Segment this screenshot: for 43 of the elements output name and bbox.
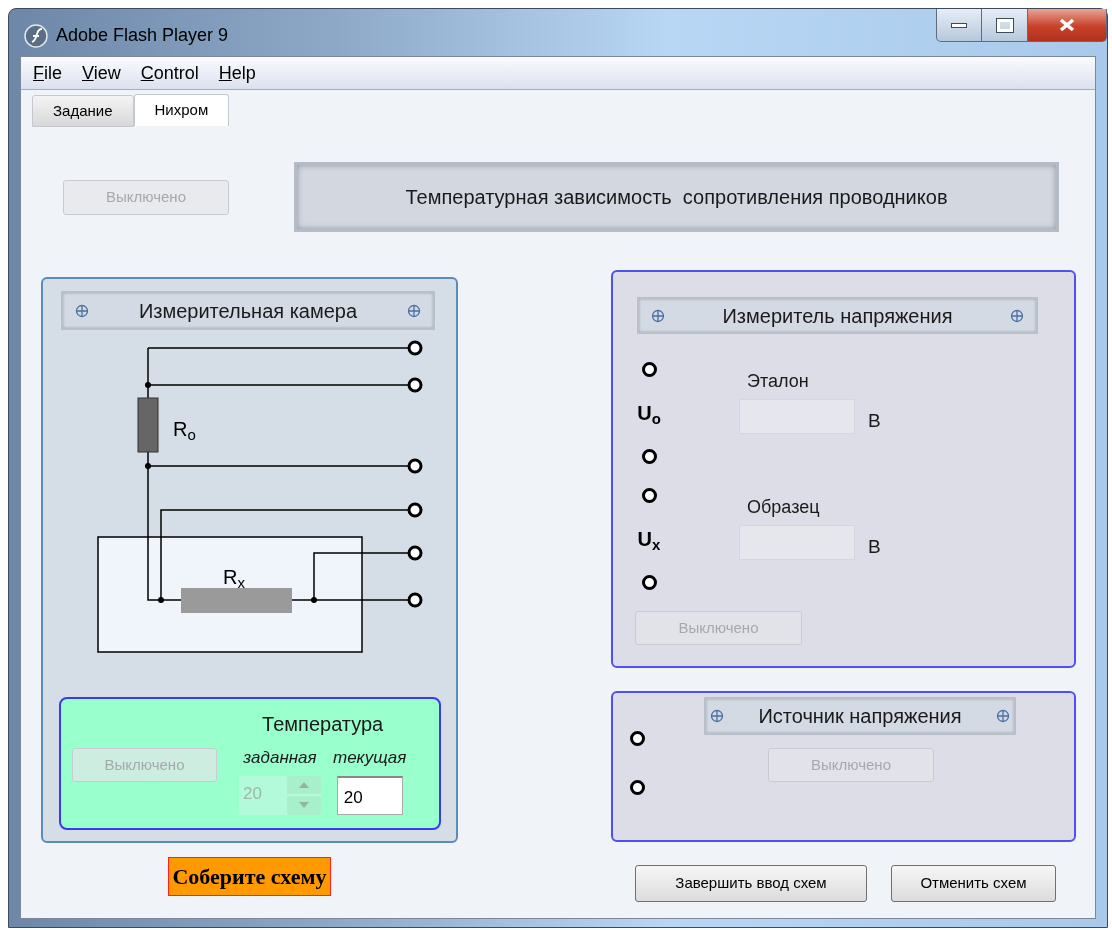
- terminal-icon[interactable]: [641, 488, 657, 503]
- close-button[interactable]: [1027, 9, 1107, 42]
- temperature-title: Температура: [262, 712, 384, 737]
- current-label: текущая: [333, 747, 407, 769]
- unit-label: В: [868, 409, 881, 433]
- crosshair-icon: [996, 709, 1010, 723]
- banner-title: Температурная зависимость сопротивления проводников: [405, 185, 948, 210]
- window-title: Adobe Flash Player 9: [56, 24, 229, 47]
- current-temperature-field[interactable]: 20: [336, 775, 403, 815]
- panel-title: Источник напряжения: [758, 704, 962, 729]
- terminal-icon[interactable]: [641, 362, 657, 377]
- crosshair-icon: [75, 303, 89, 318]
- crosshair-icon: [651, 308, 665, 323]
- voltage-symbol: U$_{x}$: [637, 527, 661, 554]
- panel-title: Измерительная камера: [138, 298, 358, 324]
- action-button[interactable]: Завершить ввод схем: [635, 865, 867, 902]
- voltage-symbol: U$_{o}$: [637, 401, 661, 428]
- menu-item[interactable]: Control: [140, 59, 199, 87]
- tab[interactable]: Нихром: [133, 94, 230, 126]
- terminal-icon[interactable]: [641, 449, 657, 464]
- channel-label: Образец: [747, 496, 821, 519]
- close-icon: [1058, 18, 1076, 32]
- resistor-label: R$_{o}$: [173, 417, 196, 444]
- maximize-button[interactable]: [982, 9, 1027, 42]
- set-label: заданная: [243, 747, 317, 769]
- crosshair-icon: [407, 303, 421, 318]
- terminal-icon[interactable]: [641, 575, 657, 590]
- minimize-button[interactable]: [936, 9, 982, 42]
- panel-title: Измеритель напряжения: [722, 303, 953, 329]
- unit-label: В: [868, 535, 881, 559]
- app-logo-icon: [24, 23, 48, 48]
- resistor-label: R$_{x}$: [223, 565, 245, 592]
- crosshair-icon: [1010, 308, 1024, 323]
- menu-item[interactable]: Help: [218, 59, 256, 87]
- menu-item[interactable]: File: [33, 59, 62, 87]
- terminal-icon[interactable]: [630, 731, 645, 746]
- status-label: Соберите схему: [168, 857, 331, 896]
- tab[interactable]: Задание: [32, 95, 134, 127]
- action-button[interactable]: Отменить схем: [891, 865, 1056, 902]
- crosshair-icon: [710, 709, 724, 723]
- terminal-icon[interactable]: [630, 780, 645, 795]
- menu-item[interactable]: View: [82, 59, 121, 87]
- channel-label: Эталон: [747, 370, 810, 393]
